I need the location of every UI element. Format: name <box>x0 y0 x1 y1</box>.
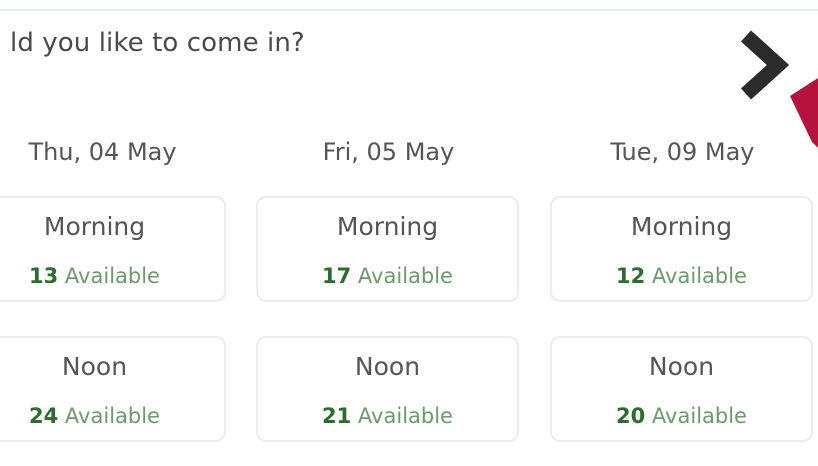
day-label-tue: Tue, 09 May <box>610 138 755 166</box>
slot-title: Noon <box>354 352 421 381</box>
availability-label: Available <box>651 264 747 288</box>
availability-count: 21 <box>322 404 352 428</box>
availability-label: Available <box>64 264 160 288</box>
day-label-thu: Thu, 04 May <box>28 138 177 166</box>
slot-tue-morning[interactable]: Morning 12 Available <box>550 196 813 302</box>
question-heading: ld you like to come in? <box>10 28 305 58</box>
chevron-right-icon[interactable] <box>736 28 792 102</box>
availability-label: Available <box>651 404 747 428</box>
slot-availability: 21 Available <box>258 404 517 428</box>
slot-title: Morning <box>630 212 733 241</box>
availability-count: 20 <box>616 404 646 428</box>
day-label-fri: Fri, 05 May <box>322 138 455 166</box>
availability-count: 13 <box>29 264 59 288</box>
slot-title: Morning <box>336 212 439 241</box>
availability-count: 17 <box>322 264 352 288</box>
availability-label: Available <box>357 404 453 428</box>
slot-thu-morning[interactable]: Morning 13 Available <box>0 196 226 302</box>
availability-count: 12 <box>616 264 646 288</box>
slot-tue-noon[interactable]: Noon 20 Available <box>550 336 813 442</box>
slot-availability: 13 Available <box>0 264 224 288</box>
slot-availability: 17 Available <box>258 264 517 288</box>
slot-title: Morning <box>43 212 146 241</box>
slot-availability: 20 Available <box>552 404 811 428</box>
slot-availability: 12 Available <box>552 264 811 288</box>
slot-fri-morning[interactable]: Morning 17 Available <box>256 196 519 302</box>
availability-count: 24 <box>29 404 59 428</box>
top-divider <box>0 9 818 11</box>
availability-label: Available <box>357 264 453 288</box>
slot-fri-noon[interactable]: Noon 21 Available <box>256 336 519 442</box>
slot-title: Noon <box>61 352 128 381</box>
slot-title: Noon <box>648 352 715 381</box>
slot-thu-noon[interactable]: Noon 24 Available <box>0 336 226 442</box>
availability-label: Available <box>64 404 160 428</box>
slot-availability: 24 Available <box>0 404 224 428</box>
